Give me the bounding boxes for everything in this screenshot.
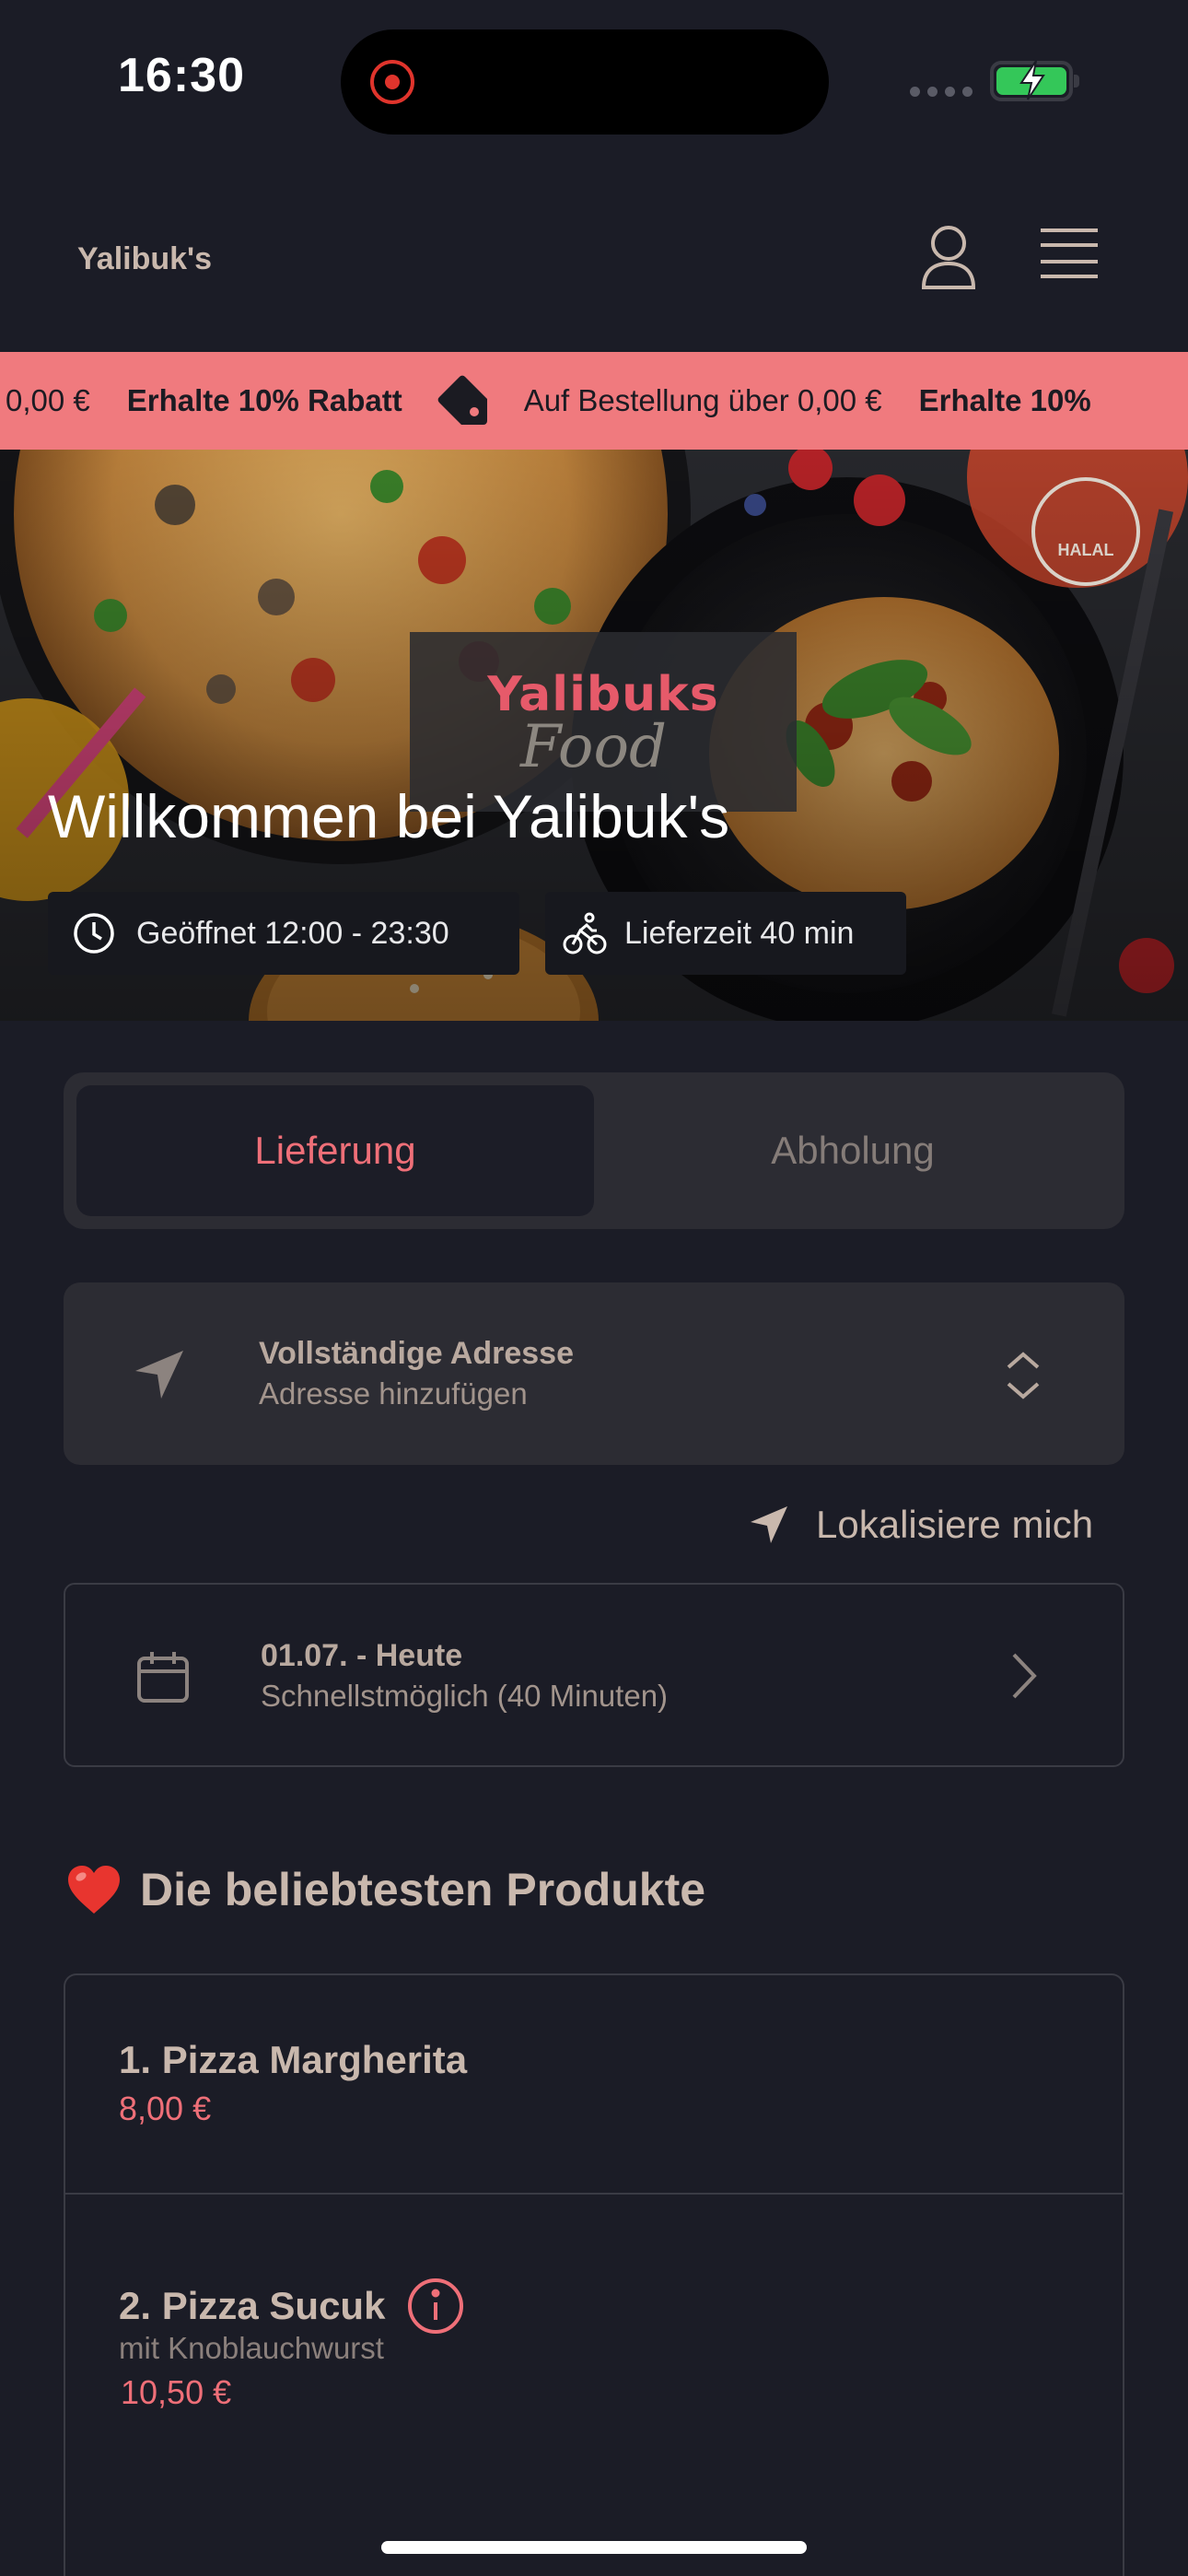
delivery-time-text: Lieferzeit 40 min [624, 915, 855, 951]
product-list: 1. Pizza Margherita 8,00 € 2. Pizza Sucu… [64, 1973, 1124, 2576]
brand-name[interactable]: Yalibuk's [77, 241, 212, 277]
product-name: 1. Pizza Margherita [119, 2038, 468, 2081]
product-name: 2. Pizza Sucuk [119, 2277, 464, 2335]
product-price: 10,50 € [121, 2373, 232, 2411]
recording-icon [370, 60, 414, 104]
halal-badge: HALAL [1031, 477, 1140, 586]
navigation-arrow-icon [751, 1506, 787, 1543]
navigation-arrow-icon [135, 1351, 183, 1399]
info-icon[interactable] [407, 2277, 464, 2335]
price-tag-icon [437, 375, 487, 425]
chevron-up-down-icon [1007, 1352, 1040, 1399]
heart-icon [68, 1866, 120, 1914]
opening-hours-badge: Geöffnet 12:00 - 23:30 [48, 892, 519, 975]
halal-label: HALAL [1057, 541, 1114, 559]
product-item[interactable]: 2. Pizza Sucuk mit Knoblauchwurst 10,50 … [65, 2195, 1123, 2489]
calendar-icon [137, 1652, 189, 1703]
hamburger-menu-icon[interactable] [1039, 227, 1109, 286]
date-title: 01.07. - Heute [261, 1638, 463, 1673]
signal-icon [910, 87, 973, 97]
battery-icon [990, 60, 1079, 101]
promo-banner: 0,00 € Erhalte 10% Rabatt Auf Bestellung… [0, 352, 1188, 450]
hero-banner: Yalibuks Food HALAL Willkommen bei Yalib… [0, 450, 1188, 1021]
locate-me-button[interactable]: Lokalisiere mich [748, 1493, 1093, 1557]
welcome-title: Willkommen bei Yalibuk's [48, 782, 730, 850]
cyclist-icon [563, 912, 607, 954]
order-type-toggle: Lieferung Abholung [64, 1072, 1124, 1229]
home-indicator[interactable] [381, 2541, 807, 2554]
promo-discount: Erhalte 10% Rabatt [126, 383, 402, 417]
app-header: Yalibuk's [0, 166, 1188, 352]
promo-text: Auf Bestellung über 0,00 € [523, 383, 882, 417]
address-selector[interactable]: Vollständige Adresse Adresse hinzufügen [64, 1282, 1124, 1465]
tab-delivery[interactable]: Lieferung [76, 1085, 594, 1216]
delivery-date-selector[interactable]: 01.07. - Heute Schnellstmöglich (40 Minu… [64, 1583, 1124, 1767]
section-title-text: Die beliebtesten Produkte [140, 1864, 706, 1915]
promo-text: 0,00 € [6, 383, 90, 417]
locate-me-label: Lokalisiere mich [816, 1503, 1094, 1546]
profile-icon[interactable] [914, 223, 984, 293]
product-description: mit Knoblauchwurst [119, 2331, 384, 2365]
popular-products-heading: Die beliebtesten Produkte [66, 1863, 705, 1916]
product-price: 8,00 € [119, 2090, 212, 2127]
tab-pickup[interactable]: Abholung [594, 1085, 1112, 1216]
product-item[interactable]: 1. Pizza Margherita 8,00 € [65, 1975, 1123, 2195]
logo-script: Food [520, 713, 667, 781]
promo-discount: Erhalte 10% [918, 383, 1091, 417]
dynamic-island [341, 29, 829, 135]
address-subtitle: Adresse hinzufügen [259, 1376, 528, 1411]
opening-hours-text: Geöffnet 12:00 - 23:30 [136, 915, 449, 951]
address-title: Vollständige Adresse [259, 1336, 574, 1371]
date-subtitle: Schnellstmöglich (40 Minuten) [261, 1679, 669, 1713]
clock-icon [74, 913, 114, 954]
chevron-right-icon [1012, 1653, 1037, 1699]
status-bar: 16:30 [0, 0, 1188, 166]
status-time: 16:30 [118, 49, 245, 102]
delivery-time-badge: Lieferzeit 40 min [545, 892, 906, 975]
